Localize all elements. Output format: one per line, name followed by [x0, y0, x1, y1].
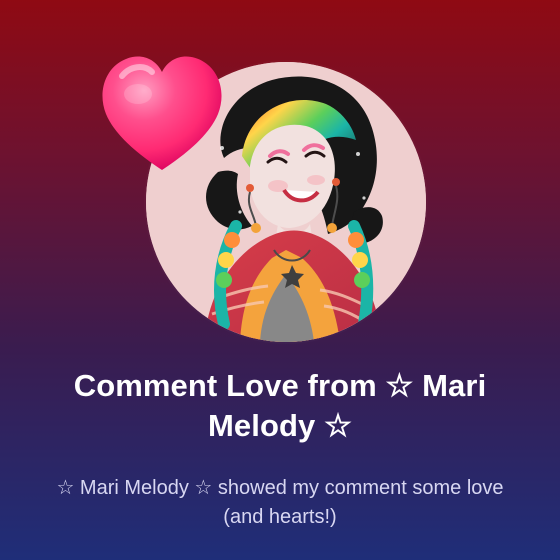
card-subtitle: ☆ Mari Melody ☆ showed my comment some l…	[56, 477, 504, 528]
card-title: Comment Love from ☆ Mari Melody ☆	[73, 368, 487, 443]
comment-love-card: Comment Love from ☆ Mari Melody ☆ ☆ Mari…	[0, 0, 560, 560]
heart-icon	[96, 52, 228, 178]
